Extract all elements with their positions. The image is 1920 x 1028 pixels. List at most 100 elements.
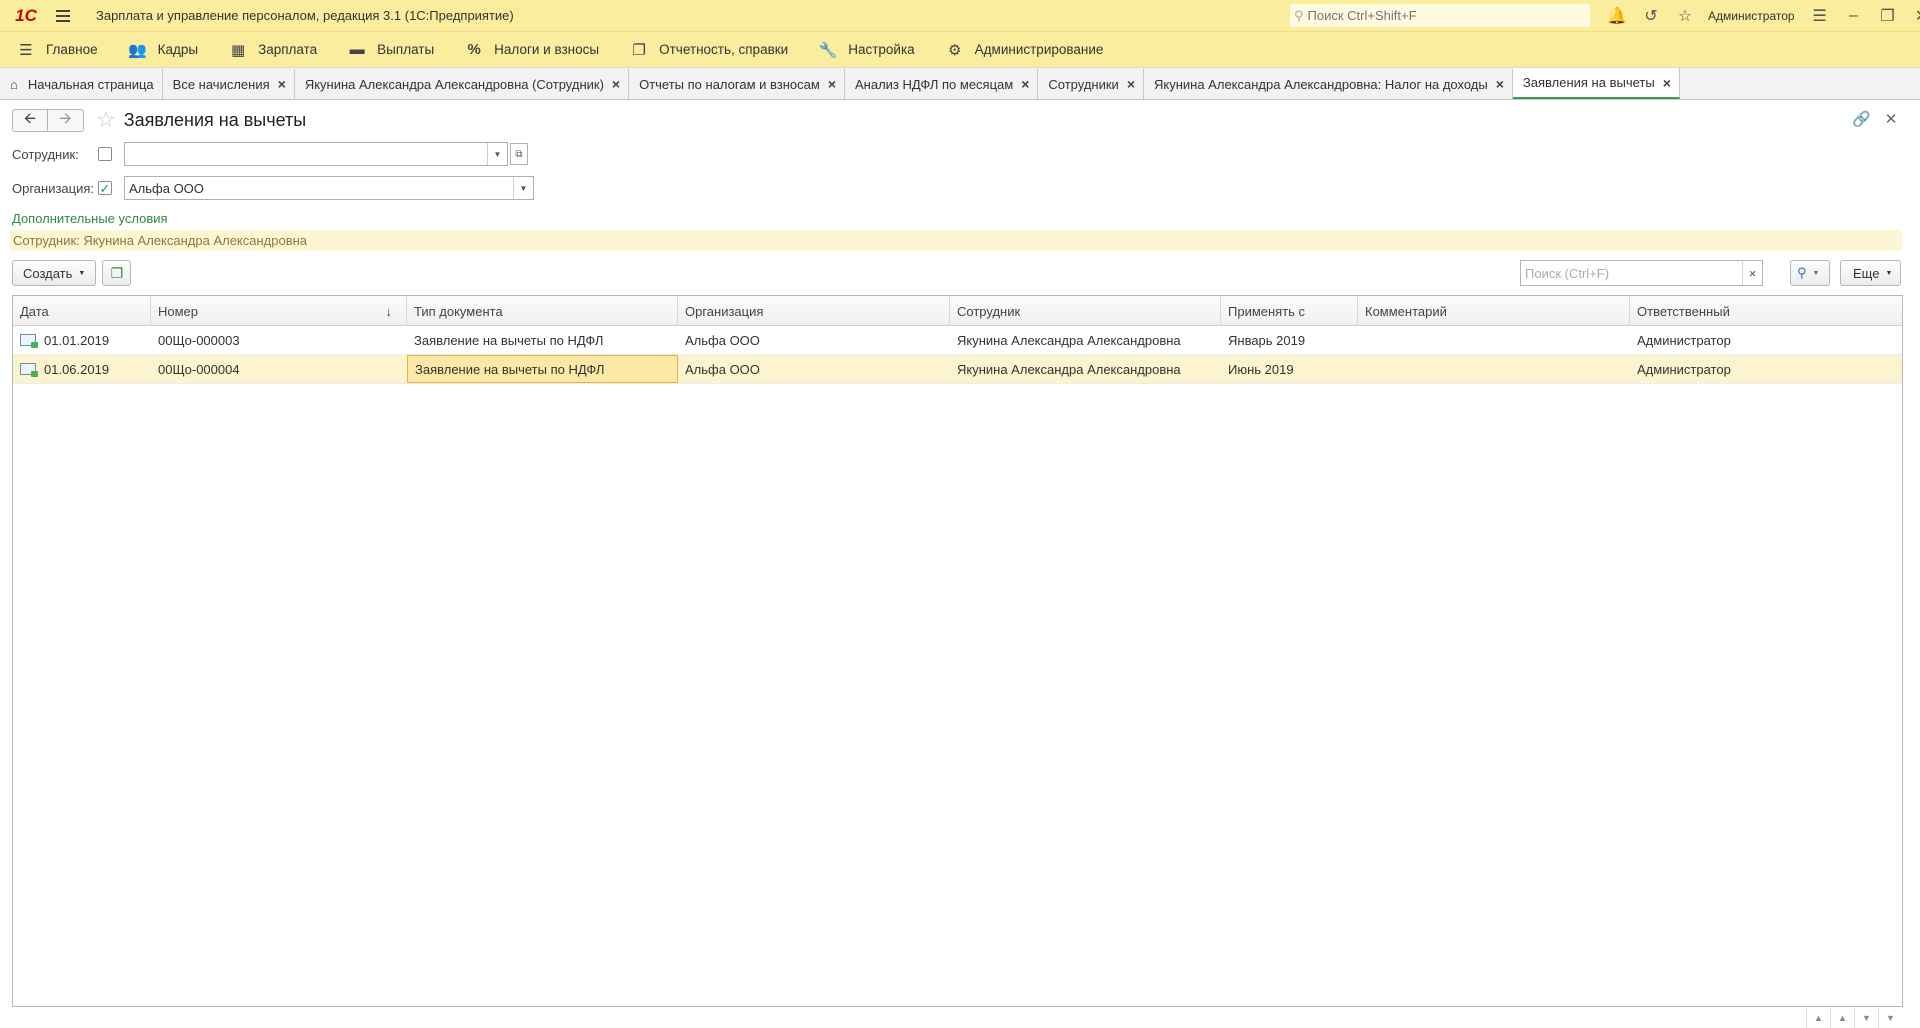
cell-employee[interactable]: Якунина Александра Александровна bbox=[950, 326, 1221, 354]
documents-table[interactable]: Дата Номер ↓ Тип документа Организация Со… bbox=[12, 295, 1903, 1007]
column-header-responsible[interactable]: Ответственный bbox=[1630, 296, 1902, 326]
bell-icon[interactable]: 🔔 bbox=[1600, 0, 1634, 31]
section-hr[interactable]: 👥 Кадры bbox=[112, 32, 212, 68]
dropdown-arrow-icon[interactable]: ▼ bbox=[487, 143, 507, 165]
cell-organization[interactable]: Альфа ООО bbox=[678, 326, 950, 354]
tab-income-tax[interactable]: Якунина Александра Александровна: Налог … bbox=[1144, 69, 1513, 99]
history-icon[interactable]: ↺ bbox=[1634, 0, 1668, 31]
cell-date[interactable]: 01.06.2019 bbox=[13, 355, 151, 383]
column-label: Комментарий bbox=[1365, 303, 1447, 319]
column-label: Сотрудник bbox=[957, 303, 1021, 319]
org-filter-field[interactable]: Альфа ООО ▼ bbox=[124, 176, 534, 200]
global-search-input[interactable] bbox=[1307, 8, 1578, 23]
tab-employees[interactable]: Сотрудники × bbox=[1038, 69, 1144, 99]
cell-apply-from[interactable]: Январь 2019 bbox=[1221, 326, 1358, 354]
cell-date[interactable]: 01.01.2019 bbox=[13, 326, 151, 354]
tab-all-accruals[interactable]: Все начисления × bbox=[163, 69, 295, 99]
column-header-apply-from[interactable]: Применять с bbox=[1221, 296, 1358, 326]
tab-tax-reports[interactable]: Отчеты по налогам и взносам × bbox=[629, 69, 845, 99]
cell-number[interactable]: 00Що-000004 bbox=[151, 355, 407, 383]
cell-text: 01.01.2019 bbox=[44, 332, 110, 348]
condition-bar[interactable]: Сотрудник: Якунина Александра Александро… bbox=[10, 230, 1902, 251]
global-search[interactable]: ⚲ bbox=[1290, 4, 1590, 27]
close-tab-icon[interactable]: × bbox=[1496, 76, 1504, 92]
restore-icon[interactable]: ❐ bbox=[1871, 0, 1905, 31]
back-button[interactable]: 🡨 bbox=[12, 108, 48, 132]
column-header-doc-type[interactable]: Тип документа bbox=[407, 296, 678, 326]
close-tab-icon[interactable]: × bbox=[828, 76, 836, 92]
create-button-label: Создать bbox=[23, 265, 73, 281]
section-main[interactable]: ☰ Главное bbox=[0, 32, 112, 68]
cell-number[interactable]: 00Що-000003 bbox=[151, 326, 407, 354]
cell-comment[interactable] bbox=[1358, 326, 1630, 354]
column-header-date[interactable]: Дата bbox=[13, 296, 151, 326]
section-settings[interactable]: 🔧 Настройка bbox=[802, 32, 928, 68]
close-tab-icon[interactable]: × bbox=[1021, 76, 1029, 92]
close-window-icon[interactable]: ✕ bbox=[1905, 0, 1920, 31]
condition-text: Сотрудник: Якунина Александра Александро… bbox=[13, 233, 308, 248]
section-salary[interactable]: ▦ Зарплата bbox=[212, 32, 331, 68]
column-header-organization[interactable]: Организация bbox=[678, 296, 950, 326]
caret-down-icon: ▼ bbox=[1885, 269, 1893, 277]
scroll-to-bottom-icon[interactable]: ▼ bbox=[1878, 1008, 1902, 1028]
open-icon[interactable]: ⧉ bbox=[510, 143, 528, 165]
list-toolbar: Создать ▼ ❐ bbox=[12, 260, 132, 286]
section-payments[interactable]: ▬ Выплаты bbox=[331, 32, 448, 68]
scroll-to-top-icon[interactable]: ▲ bbox=[1806, 1008, 1830, 1028]
menu-lines-icon: ☰ bbox=[19, 41, 33, 59]
org-filter-value: Альфа ООО bbox=[129, 180, 204, 196]
main-menu-icon[interactable] bbox=[56, 0, 82, 31]
list-search-field[interactable]: Поиск (Ctrl+F) × bbox=[1520, 260, 1763, 286]
table-row[interactable]: 01.01.2019 00Що-000003 Заявление на выче… bbox=[13, 326, 1902, 355]
scroll-down-icon[interactable]: ▼ bbox=[1854, 1008, 1878, 1028]
wrench-icon: 🔧 bbox=[818, 41, 838, 59]
section-reports[interactable]: ❐ Отчетность, справки bbox=[613, 32, 802, 68]
cell-responsible[interactable]: Администратор bbox=[1630, 355, 1902, 383]
settings-lines-icon[interactable]: ☰ bbox=[1803, 0, 1837, 31]
dropdown-arrow-icon[interactable]: ▼ bbox=[513, 177, 533, 199]
cell-responsible[interactable]: Администратор bbox=[1630, 326, 1902, 354]
close-tab-icon[interactable]: × bbox=[1127, 76, 1135, 92]
section-admin[interactable]: ⚙ Администрирование bbox=[929, 32, 1118, 68]
employee-filter-checkbox[interactable] bbox=[98, 147, 112, 161]
table-row-selected[interactable]: 01.06.2019 00Що-000004 Заявление на выче… bbox=[13, 355, 1902, 384]
arrow-right-icon: 🡪 bbox=[59, 109, 72, 127]
close-form-icon[interactable]: ✕ bbox=[1885, 110, 1898, 128]
link-icon[interactable]: 🔗 bbox=[1852, 110, 1871, 128]
forward-button[interactable]: 🡪 bbox=[48, 108, 84, 132]
org-filter-checkbox[interactable]: ✓ bbox=[98, 181, 112, 195]
cell-employee[interactable]: Якунина Александра Александровна bbox=[950, 355, 1221, 383]
tab-deduction-applications[interactable]: Заявления на вычеты × bbox=[1512, 68, 1680, 99]
tab-employee-card[interactable]: Якунина Александра Александровна (Сотруд… bbox=[295, 69, 630, 99]
column-header-number[interactable]: Номер ↓ bbox=[151, 296, 407, 326]
tab-home[interactable]: ⌂ Начальная страница bbox=[0, 69, 163, 99]
current-user[interactable]: Администратор bbox=[1708, 9, 1795, 23]
favorite-star-icon[interactable]: ☆ bbox=[96, 107, 116, 133]
cell-comment[interactable] bbox=[1358, 355, 1630, 383]
cell-organization[interactable]: Альфа ООО bbox=[678, 355, 950, 383]
wallet-icon: ▬ bbox=[349, 41, 365, 58]
tab-ndfl-analysis[interactable]: Анализ НДФЛ по месяцам × bbox=[845, 69, 1039, 99]
section-taxes[interactable]: % Налоги и взносы bbox=[448, 32, 613, 68]
open-windows-tabs: ⌂ Начальная страница Все начисления × Як… bbox=[0, 67, 1920, 100]
search-button[interactable]: ⚲ ▼ bbox=[1790, 260, 1830, 286]
cell-doc-type[interactable]: Заявление на вычеты по НДФЛ bbox=[407, 326, 678, 354]
column-header-comment[interactable]: Комментарий bbox=[1358, 296, 1630, 326]
create-button[interactable]: Создать ▼ bbox=[12, 260, 97, 286]
more-button[interactable]: Еще ▼ bbox=[1840, 260, 1901, 286]
close-tab-icon[interactable]: × bbox=[1663, 75, 1671, 91]
cell-apply-from[interactable]: Июнь 2019 bbox=[1221, 355, 1358, 383]
copy-document-button[interactable]: ❐ bbox=[102, 260, 132, 286]
favorites-star-icon[interactable]: ☆ bbox=[1668, 0, 1702, 31]
tab-label: Отчеты по налогам и взносам bbox=[639, 76, 820, 92]
sort-down-icon: ↓ bbox=[385, 303, 393, 319]
clear-search-icon[interactable]: × bbox=[1742, 261, 1762, 285]
scroll-up-icon[interactable]: ▲ bbox=[1830, 1008, 1854, 1028]
close-tab-icon[interactable]: × bbox=[278, 76, 286, 92]
column-header-employee[interactable]: Сотрудник bbox=[950, 296, 1221, 326]
additional-conditions-link[interactable]: Дополнительные условия bbox=[12, 211, 168, 226]
close-tab-icon[interactable]: × bbox=[612, 76, 620, 92]
minimize-icon[interactable]: – bbox=[1837, 0, 1871, 31]
employee-filter-field[interactable]: ▼ bbox=[124, 142, 508, 166]
cell-doc-type-current[interactable]: Заявление на вычеты по НДФЛ bbox=[407, 355, 678, 383]
